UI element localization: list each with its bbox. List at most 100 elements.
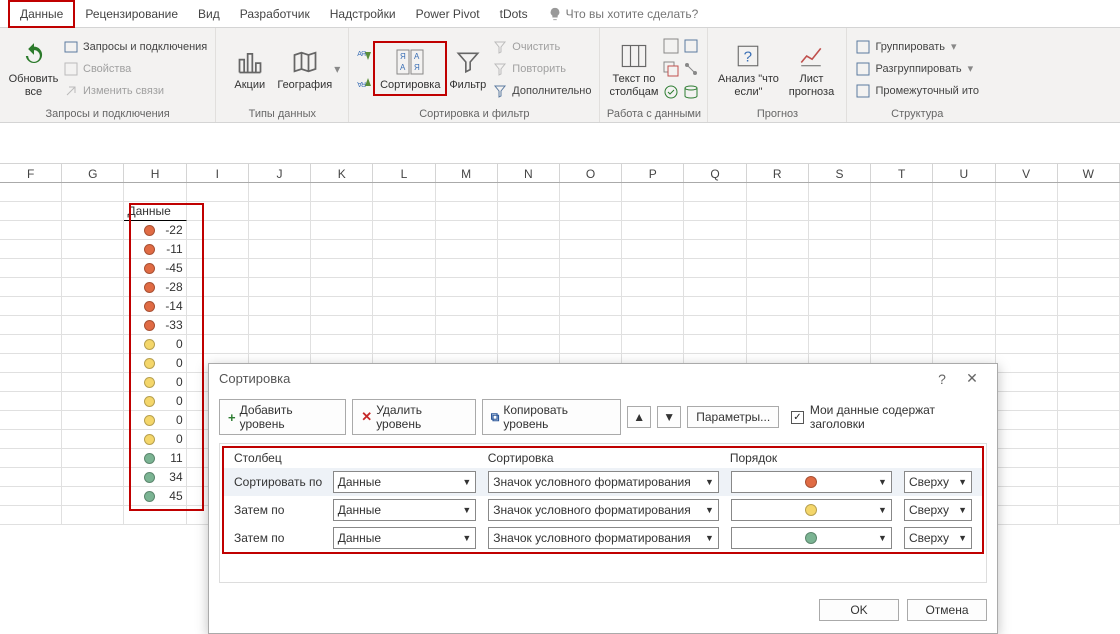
cell[interactable] xyxy=(311,240,373,259)
cell[interactable] xyxy=(747,335,809,354)
cell[interactable] xyxy=(933,259,995,278)
sort-direction-combo[interactable]: Сверху▼ xyxy=(904,471,972,493)
column-header[interactable]: L xyxy=(373,164,435,182)
cell[interactable] xyxy=(933,278,995,297)
cell[interactable] xyxy=(1058,392,1120,411)
column-header[interactable]: P xyxy=(622,164,684,182)
cell[interactable] xyxy=(62,316,124,335)
cell[interactable] xyxy=(249,240,311,259)
cell[interactable] xyxy=(1058,449,1120,468)
stocks-button[interactable]: Акции xyxy=(222,43,277,94)
cell[interactable] xyxy=(1058,373,1120,392)
cell[interactable] xyxy=(871,278,933,297)
cell[interactable] xyxy=(1058,430,1120,449)
advanced-filter-button[interactable]: Дополнительно xyxy=(492,81,591,101)
cell[interactable] xyxy=(187,240,249,259)
cell[interactable] xyxy=(62,392,124,411)
cell[interactable] xyxy=(622,278,684,297)
cell[interactable] xyxy=(0,335,62,354)
column-header[interactable]: G xyxy=(62,164,124,182)
cell[interactable] xyxy=(0,373,62,392)
cell[interactable] xyxy=(809,221,871,240)
datatypes-overflow[interactable]: ▾ xyxy=(332,62,342,76)
sort-options-button[interactable]: Параметры... xyxy=(687,406,779,428)
cell[interactable] xyxy=(871,183,933,202)
column-header[interactable]: H xyxy=(124,164,186,182)
cell[interactable] xyxy=(996,183,1058,202)
cell[interactable] xyxy=(187,202,249,221)
column-header[interactable]: U xyxy=(933,164,995,182)
move-down-button[interactable]: ▼ xyxy=(657,406,681,428)
cell[interactable] xyxy=(187,297,249,316)
cell[interactable] xyxy=(809,259,871,278)
data-cell[interactable]: 0 xyxy=(124,354,186,373)
cell[interactable] xyxy=(933,202,995,221)
column-header[interactable]: I xyxy=(187,164,249,182)
sort-column-combo[interactable]: Данные▼ xyxy=(333,499,477,521)
cell[interactable] xyxy=(560,297,622,316)
cell[interactable] xyxy=(1058,297,1120,316)
cell[interactable] xyxy=(684,240,746,259)
cell[interactable] xyxy=(311,297,373,316)
cell[interactable] xyxy=(0,468,62,487)
column-header[interactable]: R xyxy=(747,164,809,182)
cell[interactable] xyxy=(622,183,684,202)
cell[interactable] xyxy=(373,183,435,202)
tell-me-search[interactable]: Что вы хотите сделать? xyxy=(548,7,699,21)
flash-fill-button[interactable] xyxy=(663,36,679,56)
tab-developer[interactable]: Разработчик xyxy=(230,2,320,26)
cell[interactable] xyxy=(747,297,809,316)
cell[interactable] xyxy=(498,183,560,202)
sort-order-icon-combo[interactable]: ▼ xyxy=(731,471,892,493)
cell[interactable] xyxy=(1058,278,1120,297)
sort-on-combo[interactable]: Значок условного форматирования▼ xyxy=(488,471,719,493)
cell[interactable] xyxy=(0,506,62,525)
cell[interactable] xyxy=(249,259,311,278)
cell[interactable] xyxy=(498,278,560,297)
cell[interactable] xyxy=(809,202,871,221)
cell[interactable] xyxy=(933,297,995,316)
tab-addins[interactable]: Надстройки xyxy=(320,2,406,26)
cell[interactable] xyxy=(311,259,373,278)
cell[interactable] xyxy=(311,183,373,202)
subtotal-button[interactable]: Промежуточный ито xyxy=(855,81,979,101)
cell[interactable] xyxy=(684,335,746,354)
cell[interactable] xyxy=(0,316,62,335)
cell[interactable] xyxy=(996,373,1058,392)
cell[interactable] xyxy=(809,183,871,202)
cell[interactable] xyxy=(1058,202,1120,221)
cell[interactable] xyxy=(1058,506,1120,525)
cell[interactable] xyxy=(62,506,124,525)
text-to-columns-button[interactable]: Текст по столбцам xyxy=(606,37,661,101)
cell[interactable] xyxy=(684,278,746,297)
cell[interactable] xyxy=(436,240,498,259)
data-cell[interactable]: -22 xyxy=(124,221,186,240)
cell[interactable] xyxy=(1058,259,1120,278)
cell[interactable] xyxy=(622,202,684,221)
cell[interactable] xyxy=(62,449,124,468)
cell[interactable] xyxy=(1058,487,1120,506)
cell[interactable] xyxy=(560,183,622,202)
cell[interactable] xyxy=(0,202,62,221)
cell[interactable] xyxy=(871,335,933,354)
tab-tdots[interactable]: tDots xyxy=(490,2,538,26)
cell[interactable] xyxy=(871,297,933,316)
cell[interactable] xyxy=(498,259,560,278)
filter-button[interactable]: Фильтр xyxy=(445,43,490,94)
cell[interactable] xyxy=(996,278,1058,297)
cell[interactable] xyxy=(311,278,373,297)
cell[interactable] xyxy=(436,316,498,335)
tab-data[interactable]: Данные xyxy=(8,0,75,28)
cell[interactable] xyxy=(62,335,124,354)
cell[interactable] xyxy=(124,506,186,525)
data-cell[interactable]: 45 xyxy=(124,487,186,506)
cell[interactable] xyxy=(373,240,435,259)
sort-direction-combo[interactable]: Сверху▼ xyxy=(904,527,972,549)
cell[interactable] xyxy=(996,240,1058,259)
column-header[interactable]: Q xyxy=(684,164,746,182)
geography-button[interactable]: География xyxy=(277,43,332,94)
cell[interactable] xyxy=(436,259,498,278)
cell[interactable] xyxy=(871,316,933,335)
sort-desc-button[interactable] xyxy=(357,70,373,90)
data-cell[interactable]: 0 xyxy=(124,335,186,354)
